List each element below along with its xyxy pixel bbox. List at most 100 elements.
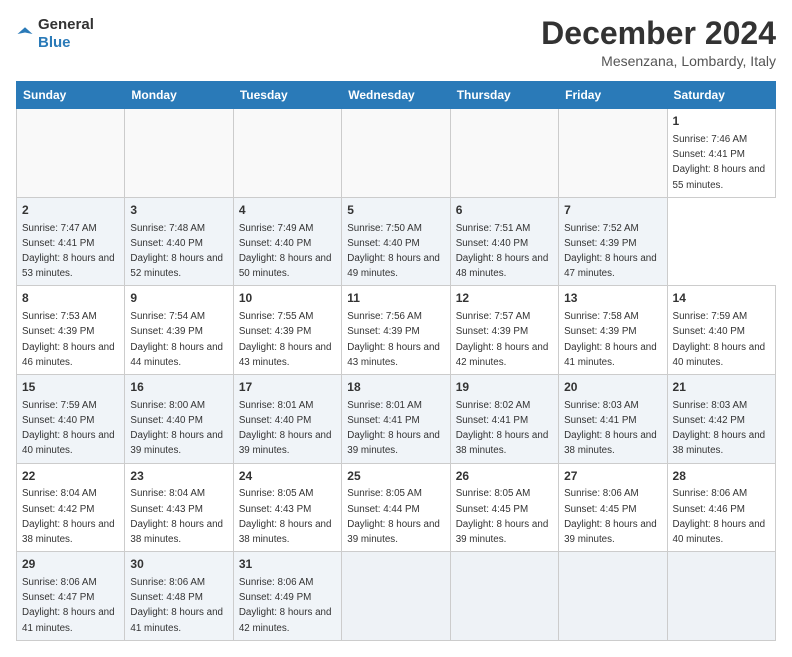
day-info: Sunrise: 8:06 AMSunset: 4:45 PMDaylight:… [564,488,657,545]
header-day-monday: Monday [125,82,233,109]
day-cell-11: 11 Sunrise: 7:56 AMSunset: 4:39 PMDayligh… [342,286,450,375]
day-number: 23 [130,468,227,485]
day-cell-13: 13Sunrise: 7:58 AMSunset: 4:39 PMDayligh… [559,286,667,375]
day-cell-27: 27 Sunrise: 8:06 AMSunset: 4:45 PMDayligh… [559,463,667,552]
day-number: 11 [347,290,444,307]
day-number: 10 [239,290,336,307]
day-info: Sunrise: 7:58 AMSunset: 4:39 PMDaylight:… [564,311,657,368]
day-number: 16 [130,379,227,396]
day-info: Sunrise: 8:05 AMSunset: 4:45 PMDaylight:… [456,488,549,545]
logo: General Blue [16,16,94,52]
day-info: Sunrise: 8:02 AMSunset: 4:41 PMDaylight:… [456,400,549,457]
day-info: Sunrise: 8:06 AMSunset: 4:46 PMDaylight:… [673,488,766,545]
calendar-header-row: SundayMondayTuesdayWednesdayThursdayFrid… [17,82,776,109]
day-info: Sunrise: 8:05 AMSunset: 4:44 PMDaylight:… [347,488,440,545]
day-cell-16: 16 Sunrise: 8:00 AMSunset: 4:40 PMDayligh… [125,375,233,464]
day-number: 8 [22,290,119,307]
day-cell-30: 30Sunrise: 8:06 AMSunset: 4:48 PMDayligh… [125,552,233,641]
day-number: 26 [456,468,553,485]
day-cell-26: 26 Sunrise: 8:05 AMSunset: 4:45 PMDayligh… [450,463,558,552]
header-day-tuesday: Tuesday [233,82,341,109]
day-cell-28: 28 Sunrise: 8:06 AMSunset: 4:46 PMDayligh… [667,463,775,552]
day-number: 24 [239,468,336,485]
day-cell-3: 3 Sunrise: 7:48 AMSunset: 4:40 PMDaylight… [125,197,233,286]
day-info: Sunrise: 8:03 AMSunset: 4:41 PMDaylight:… [564,400,657,457]
day-cell-2: 2Sunrise: 7:47 AMSunset: 4:41 PMDaylight… [17,197,125,286]
day-cell-23: 23 Sunrise: 8:04 AMSunset: 4:43 PMDayligh… [125,463,233,552]
day-cell-25: 25 Sunrise: 8:05 AMSunset: 4:44 PMDayligh… [342,463,450,552]
empty-cell [233,109,341,198]
day-number: 1 [673,113,770,130]
day-number: 9 [130,290,227,307]
day-info: Sunrise: 7:51 AMSunset: 4:40 PMDaylight:… [456,223,549,280]
day-number: 19 [456,379,553,396]
day-cell-9: 9Sunrise: 7:54 AMSunset: 4:39 PMDaylight… [125,286,233,375]
day-number: 22 [22,468,119,485]
calendar-week-4: 15Sunrise: 7:59 AMSunset: 4:40 PMDayligh… [17,375,776,464]
day-info: Sunrise: 8:04 AMSunset: 4:43 PMDaylight:… [130,488,223,545]
day-number: 20 [564,379,661,396]
day-number: 21 [673,379,770,396]
location-title: Mesenzana, Lombardy, Italy [541,53,776,69]
empty-cell [559,109,667,198]
day-cell-21: 21 Sunrise: 8:03 AMSunset: 4:42 PMDayligh… [667,375,775,464]
day-info: Sunrise: 7:53 AMSunset: 4:39 PMDaylight:… [22,311,115,368]
day-info: Sunrise: 7:56 AMSunset: 4:39 PMDaylight:… [347,311,440,368]
title-area: December 2024 Mesenzana, Lombardy, Italy [541,16,776,69]
day-cell-24: 24 Sunrise: 8:05 AMSunset: 4:43 PMDayligh… [233,463,341,552]
day-number: 29 [22,556,119,573]
day-info: Sunrise: 8:01 AMSunset: 4:41 PMDaylight:… [347,400,440,457]
day-cell-15: 15Sunrise: 7:59 AMSunset: 4:40 PMDayligh… [17,375,125,464]
day-number: 3 [130,202,227,219]
empty-cell [667,552,775,641]
day-info: Sunrise: 8:00 AMSunset: 4:40 PMDaylight:… [130,400,223,457]
day-cell-5: 5 Sunrise: 7:50 AMSunset: 4:40 PMDaylight… [342,197,450,286]
day-number: 5 [347,202,444,219]
empty-cell [450,109,558,198]
day-number: 25 [347,468,444,485]
day-number: 2 [22,202,119,219]
day-info: Sunrise: 7:59 AMSunset: 4:40 PMDaylight:… [22,400,115,457]
day-number: 17 [239,379,336,396]
empty-cell [559,552,667,641]
day-number: 28 [673,468,770,485]
day-cell-10: 10 Sunrise: 7:55 AMSunset: 4:39 PMDayligh… [233,286,341,375]
day-cell-6: 6 Sunrise: 7:51 AMSunset: 4:40 PMDaylight… [450,197,558,286]
empty-cell [450,552,558,641]
calendar-week-5: 22Sunrise: 8:04 AMSunset: 4:42 PMDayligh… [17,463,776,552]
day-info: Sunrise: 7:55 AMSunset: 4:39 PMDaylight:… [239,311,332,368]
calendar-body: 1 Sunrise: 7:46 AMSunset: 4:41 PMDaylight… [17,109,776,641]
logo-icon [16,25,34,43]
day-cell-14: 14Sunrise: 7:59 AMSunset: 4:40 PMDayligh… [667,286,775,375]
header-day-thursday: Thursday [450,82,558,109]
header-day-saturday: Saturday [667,82,775,109]
day-info: Sunrise: 7:52 AMSunset: 4:39 PMDaylight:… [564,223,657,280]
calendar-week-1: 1 Sunrise: 7:46 AMSunset: 4:41 PMDaylight… [17,109,776,198]
calendar-week-6: 29Sunrise: 8:06 AMSunset: 4:47 PMDayligh… [17,552,776,641]
day-info: Sunrise: 7:59 AMSunset: 4:40 PMDaylight:… [673,311,766,368]
header-day-wednesday: Wednesday [342,82,450,109]
day-cell-20: 20 Sunrise: 8:03 AMSunset: 4:41 PMDayligh… [559,375,667,464]
header-day-sunday: Sunday [17,82,125,109]
day-number: 6 [456,202,553,219]
day-number: 27 [564,468,661,485]
month-title: December 2024 [541,16,776,51]
calendar-week-3: 8 Sunrise: 7:53 AMSunset: 4:39 PMDaylight… [17,286,776,375]
day-info: Sunrise: 7:46 AMSunset: 4:41 PMDaylight:… [673,134,766,191]
empty-cell [17,109,125,198]
day-info: Sunrise: 7:49 AMSunset: 4:40 PMDaylight:… [239,223,332,280]
day-info: Sunrise: 8:06 AMSunset: 4:48 PMDaylight:… [130,577,223,634]
day-cell-18: 18Sunrise: 8:01 AMSunset: 4:41 PMDayligh… [342,375,450,464]
day-info: Sunrise: 7:48 AMSunset: 4:40 PMDaylight:… [130,223,223,280]
day-cell-17: 17Sunrise: 8:01 AMSunset: 4:40 PMDayligh… [233,375,341,464]
day-info: Sunrise: 8:05 AMSunset: 4:43 PMDaylight:… [239,488,332,545]
day-info: Sunrise: 8:03 AMSunset: 4:42 PMDaylight:… [673,400,766,457]
day-info: Sunrise: 7:50 AMSunset: 4:40 PMDaylight:… [347,223,440,280]
day-cell-4: 4Sunrise: 7:49 AMSunset: 4:40 PMDaylight… [233,197,341,286]
empty-cell [125,109,233,198]
day-number: 12 [456,290,553,307]
page-header: General Blue December 2024 Mesenzana, Lo… [16,16,776,69]
day-info: Sunrise: 7:57 AMSunset: 4:39 PMDaylight:… [456,311,549,368]
day-cell-19: 19 Sunrise: 8:02 AMSunset: 4:41 PMDayligh… [450,375,558,464]
day-info: Sunrise: 8:06 AMSunset: 4:49 PMDaylight:… [239,577,332,634]
